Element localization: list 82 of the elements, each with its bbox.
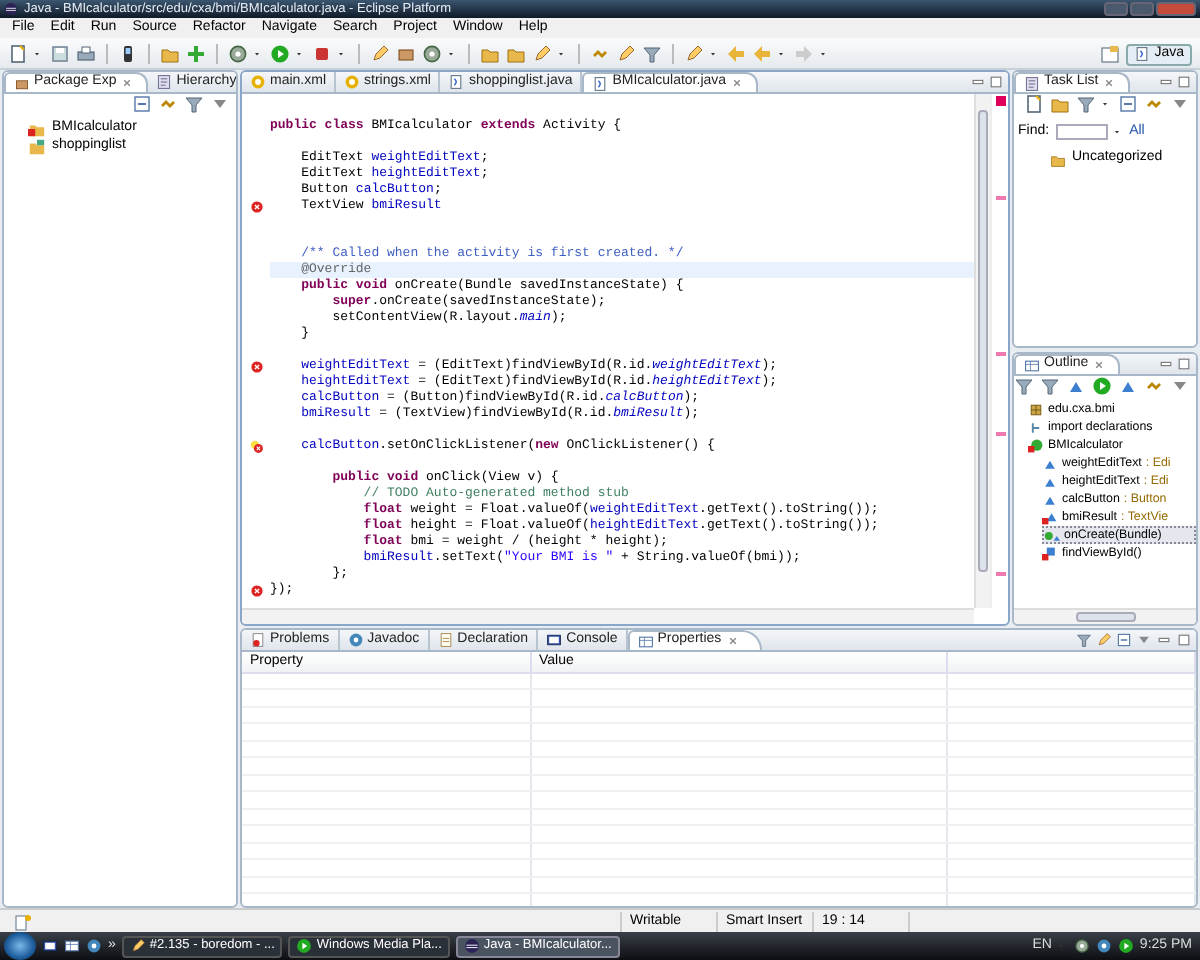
- minimize-icon[interactable]: [1158, 74, 1174, 90]
- java-perspective-icon: [1134, 46, 1151, 62]
- eclipse-icon: [463, 938, 480, 954]
- globe-icon[interactable]: [1095, 938, 1112, 954]
- quick-fix-error-icon[interactable]: [249, 439, 263, 453]
- horizontal-scrollbar[interactable]: [1014, 608, 1196, 624]
- media-player-icon: [296, 938, 313, 954]
- pencil-icon[interactable]: [684, 44, 704, 64]
- stop-icon[interactable]: [312, 44, 332, 64]
- maximize-icon[interactable]: [1176, 356, 1192, 372]
- error-icon[interactable]: [249, 199, 263, 213]
- plus-icon[interactable]: [186, 44, 206, 64]
- print-icon[interactable]: [76, 44, 96, 64]
- find-field[interactable]: [1055, 124, 1108, 140]
- minimize-icon[interactable]: [1156, 632, 1172, 648]
- pencil-icon[interactable]: [532, 44, 552, 64]
- error-marker[interactable]: [996, 352, 1006, 357]
- box-icon[interactable]: [396, 44, 416, 64]
- horizontal-scrollbar[interactable]: [242, 608, 974, 624]
- pencil-icon[interactable]: [616, 44, 636, 64]
- javadoc-icon: [347, 632, 364, 648]
- xml-file-icon: [344, 74, 361, 90]
- gear-icon[interactable]: [228, 44, 248, 64]
- categories-icon[interactable]: [1076, 632, 1092, 648]
- error-marker[interactable]: [996, 96, 1006, 106]
- filter-icon[interactable]: [642, 44, 662, 64]
- paint-icon: [129, 938, 146, 954]
- field-error-icon: [1042, 509, 1058, 525]
- error-marker[interactable]: [996, 431, 1006, 436]
- gear-icon[interactable]: [422, 44, 442, 64]
- volume-icon[interactable]: [1117, 938, 1134, 954]
- properties-icon: [637, 633, 654, 649]
- class-error-icon: [1028, 437, 1044, 453]
- new-task-icon[interactable]: [1024, 94, 1044, 114]
- maximize-icon[interactable]: [988, 74, 1004, 90]
- java-file-icon: [592, 75, 609, 91]
- view-menu-icon[interactable]: [1136, 632, 1152, 648]
- phone-icon[interactable]: [118, 44, 138, 64]
- save-icon[interactable]: [50, 44, 70, 64]
- close-icon[interactable]: [120, 76, 135, 90]
- maximize-icon[interactable]: [1176, 632, 1192, 648]
- hide-non-public-icon[interactable]: [1092, 376, 1112, 396]
- filter-icon[interactable]: [1096, 632, 1112, 648]
- close-icon[interactable]: [1092, 358, 1107, 372]
- start-button[interactable]: [4, 932, 36, 960]
- collapse-all-icon[interactable]: [132, 94, 152, 114]
- maximize-icon[interactable]: [1176, 74, 1192, 90]
- console-icon: [546, 632, 563, 648]
- error-marker[interactable]: [996, 196, 1006, 200]
- folder-icon[interactable]: [160, 44, 180, 64]
- new-file-icon[interactable]: [8, 44, 28, 64]
- minimize-icon[interactable]: [970, 74, 986, 90]
- package-icon: [1028, 401, 1044, 417]
- hierarchy-icon: [156, 74, 173, 90]
- error-icon[interactable]: [249, 583, 263, 597]
- fast-view-icon[interactable]: [12, 912, 32, 932]
- close-icon[interactable]: [730, 76, 745, 90]
- scrollbar-thumb[interactable]: [978, 110, 988, 572]
- outline-icon: [1024, 357, 1040, 373]
- imports-icon: [1028, 419, 1044, 435]
- run-icon[interactable]: [270, 44, 290, 64]
- network-icon[interactable]: [1073, 938, 1090, 954]
- pencil-icon[interactable]: [370, 44, 390, 64]
- switch-windows-icon[interactable]: [64, 938, 80, 954]
- folder-icon: [1050, 151, 1066, 167]
- browser-icon[interactable]: [86, 938, 102, 954]
- package-icon: [14, 75, 30, 91]
- restore-default-icon[interactable]: [1116, 632, 1132, 648]
- method-icon: [1044, 527, 1060, 543]
- task-list-icon: [1024, 75, 1040, 91]
- open-perspective-icon[interactable]: [1100, 44, 1121, 64]
- collapse-all-icon[interactable]: [1118, 94, 1138, 114]
- close-icon[interactable]: [1102, 76, 1117, 90]
- error-icon[interactable]: [249, 359, 263, 373]
- close-icon[interactable]: [725, 634, 740, 648]
- error-marker[interactable]: [996, 572, 1006, 577]
- declaration-icon: [437, 632, 454, 648]
- xml-file-icon: [250, 74, 266, 90]
- eclipse-icon: [4, 2, 18, 16]
- show-desktop-icon[interactable]: [42, 938, 58, 954]
- minimize-icon[interactable]: [1158, 356, 1174, 372]
- method-error-icon: [1042, 545, 1058, 561]
